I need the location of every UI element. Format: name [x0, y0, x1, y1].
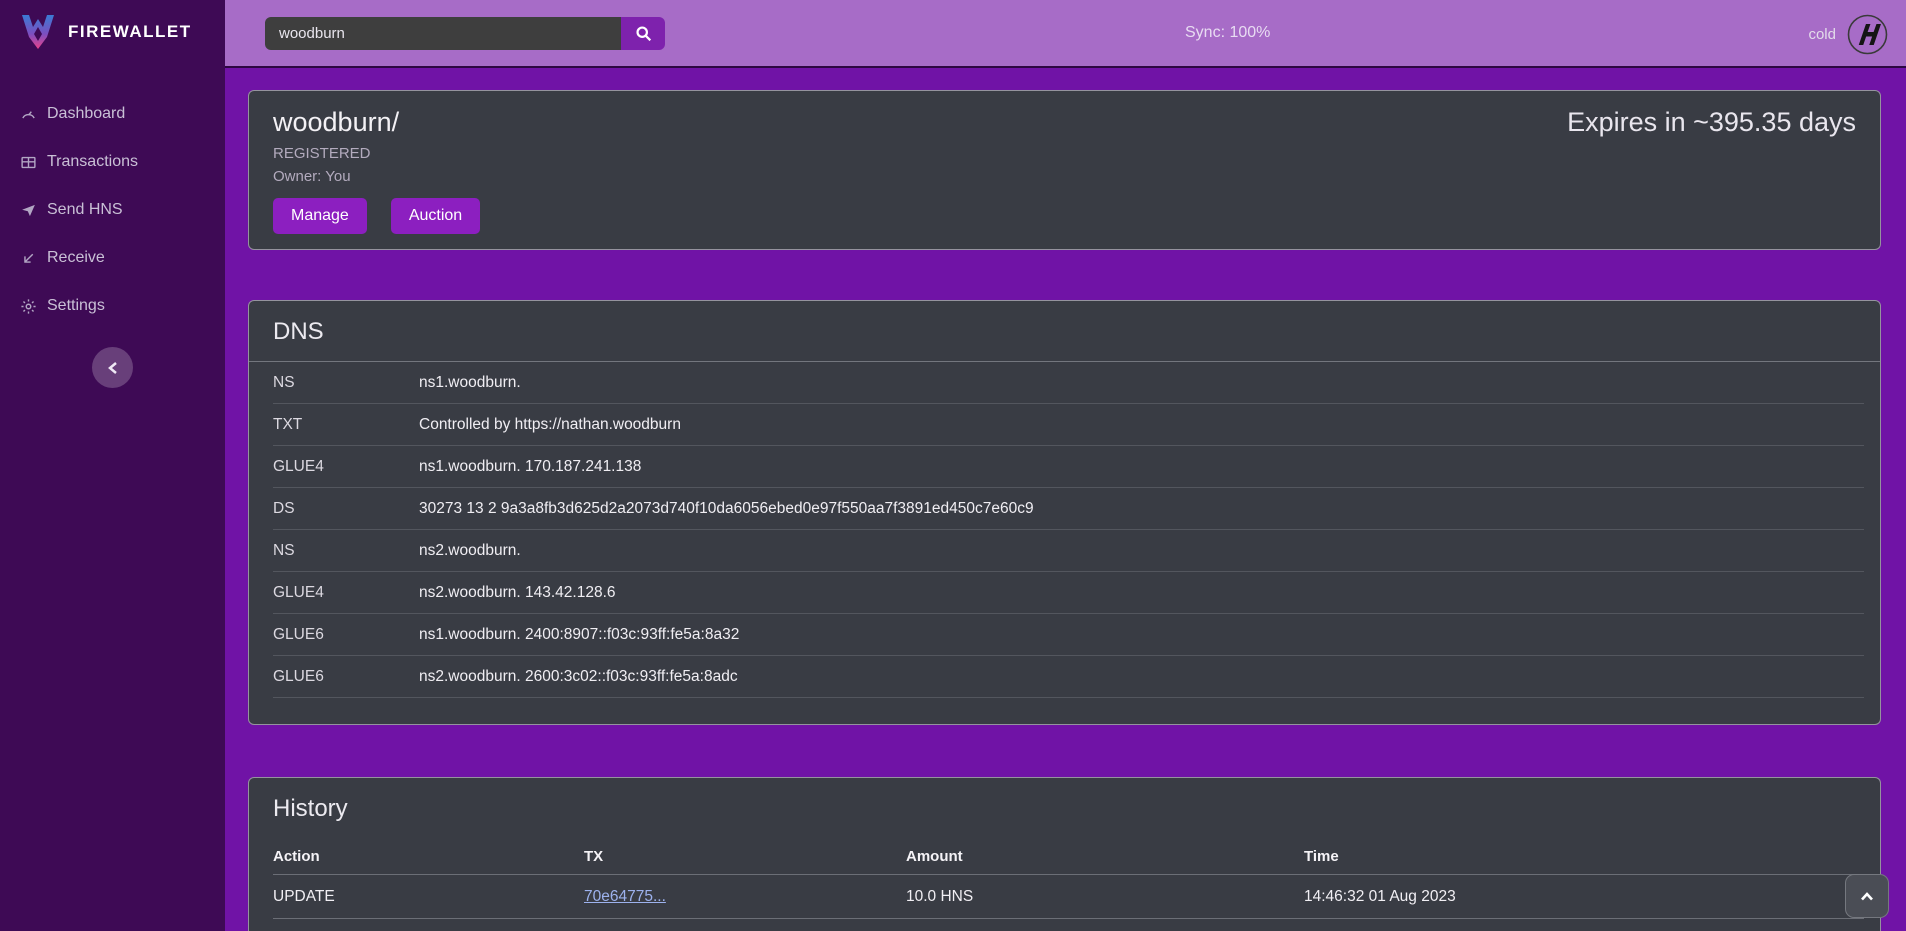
tx-hash-link[interactable]: 70e64775... [584, 888, 666, 905]
domain-expiry: Expires in ~395.35 days [1567, 107, 1856, 138]
history-col-tx: TX [584, 848, 906, 865]
domain-owner: Owner: You [273, 168, 1856, 185]
history-card: History Action TX Amount Time UPDATE 70e… [248, 777, 1881, 931]
domain-status: REGISTERED [273, 145, 1856, 162]
history-col-time: Time [1304, 848, 1864, 865]
table-icon [20, 154, 37, 171]
paper-plane-icon [20, 202, 37, 219]
search-input[interactable] [265, 17, 621, 50]
dns-record-type: GLUE4 [273, 458, 419, 476]
dns-record-row: DS 30273 13 2 9a3a8fb3d625d2a2073d740f10… [273, 488, 1864, 530]
chevron-up-icon [1860, 892, 1874, 901]
sidebar-item-send-hns[interactable]: Send HNS [0, 186, 225, 234]
dns-record-row: NS ns1.woodburn. [273, 362, 1864, 404]
dns-record-type: NS [273, 374, 419, 392]
firewallet-logo-icon [20, 13, 56, 51]
dns-record-row: GLUE4 ns1.woodburn. 170.187.241.138 [273, 446, 1864, 488]
dns-record-type: GLUE6 [273, 668, 419, 686]
dns-record-type: GLUE4 [273, 584, 419, 602]
sidebar-collapse-button[interactable] [92, 347, 133, 388]
history-card-title: History [249, 778, 1880, 838]
sidebar-item-label: Transactions [47, 153, 138, 171]
dns-record-row: GLUE6 ns2.woodburn. 2600:3c02::f03c:93ff… [273, 656, 1864, 698]
history-col-action: Action [273, 848, 584, 865]
dns-card: DNS NS ns1.woodburn. TXT Controlled by h… [248, 300, 1881, 725]
brand-name: FIREWALLET [68, 22, 192, 42]
main-content: woodburn/ Expires in ~395.35 days REGIST… [225, 70, 1906, 931]
history-amount: 10.0 HNS [906, 888, 1304, 906]
dns-record-type: TXT [273, 416, 419, 434]
history-row: UPDATE 70e64775... 10.0 HNS 14:46:32 01 … [273, 875, 1864, 919]
scroll-to-top-button[interactable] [1845, 874, 1889, 918]
arrow-down-left-icon [20, 250, 37, 267]
search-button[interactable] [621, 17, 665, 50]
dns-record-row: GLUE4 ns2.woodburn. 143.42.128.6 [273, 572, 1864, 614]
dns-record-value: ns2.woodburn. 2600:3c02::f03c:93ff:fe5a:… [419, 668, 738, 686]
gauge-icon [20, 106, 37, 123]
domain-card: woodburn/ Expires in ~395.35 days REGIST… [248, 90, 1881, 250]
sidebar-item-settings[interactable]: Settings [0, 282, 225, 330]
history-action: UPDATE [273, 888, 584, 906]
topbar: Sync: 100% cold [225, 0, 1906, 68]
dns-record-row: NS ns2.woodburn. [273, 530, 1864, 572]
dns-record-type: GLUE6 [273, 626, 419, 644]
dns-record-type: NS [273, 542, 419, 560]
dns-record-value: ns1.woodburn. 170.187.241.138 [419, 458, 641, 476]
sidebar-item-dashboard[interactable]: Dashboard [0, 90, 225, 138]
domain-name-title: woodburn/ [273, 107, 399, 138]
wallet-indicator[interactable]: cold [1808, 0, 1888, 68]
dns-record-row: TXT Controlled by https://nathan.woodbur… [273, 404, 1864, 446]
history-header-row: Action TX Amount Time [273, 838, 1864, 875]
search-icon [635, 25, 652, 42]
sidebar-item-label: Settings [47, 297, 105, 315]
sidebar-nav: Dashboard Transactions Send HNS Receive … [0, 90, 225, 330]
brand: FIREWALLET [0, 0, 225, 64]
dns-record-value: ns1.woodburn. 2400:8907::f03c:93ff:fe5a:… [419, 626, 739, 644]
search-group [265, 17, 665, 50]
dns-record-value: ns2.woodburn. 143.42.128.6 [419, 584, 616, 602]
history-time: 14:46:32 01 Aug 2023 [1304, 888, 1864, 906]
sidebar-item-label: Dashboard [47, 105, 125, 123]
sidebar-item-label: Receive [47, 249, 105, 267]
history-row: RENEW d7b64e3... 10.0 HNS 15:45:06 07 Fe… [273, 919, 1864, 931]
auction-button[interactable]: Auction [391, 198, 480, 234]
sidebar: FIREWALLET Dashboard Transactions Send H… [0, 0, 225, 931]
sidebar-item-receive[interactable]: Receive [0, 234, 225, 282]
sync-status: Sync: 100% [1185, 24, 1270, 42]
manage-button[interactable]: Manage [273, 198, 367, 234]
dns-record-row: GLUE6 ns1.woodburn. 2400:8907::f03c:93ff… [273, 614, 1864, 656]
handshake-logo-icon [1847, 14, 1888, 55]
chevron-left-icon [107, 361, 119, 375]
dns-record-type: DS [273, 500, 419, 518]
wallet-name: cold [1808, 26, 1836, 43]
dns-record-value: Controlled by https://nathan.woodburn [419, 416, 681, 434]
dns-record-value: ns1.woodburn. [419, 374, 521, 392]
dns-card-title: DNS [249, 301, 1880, 361]
dns-record-value: 30273 13 2 9a3a8fb3d625d2a2073d740f10da6… [419, 500, 1034, 518]
gear-icon [20, 298, 37, 315]
sidebar-item-transactions[interactable]: Transactions [0, 138, 225, 186]
sidebar-item-label: Send HNS [47, 201, 123, 219]
history-col-amount: Amount [906, 848, 1304, 865]
dns-record-value: ns2.woodburn. [419, 542, 521, 560]
